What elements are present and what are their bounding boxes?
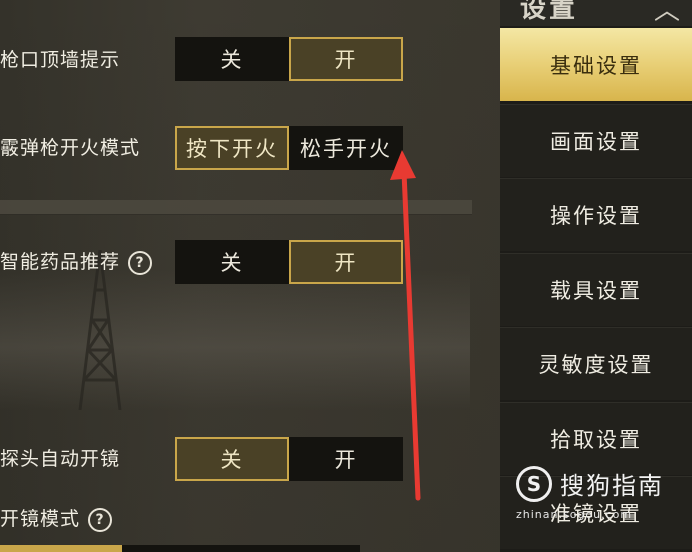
watermark-title: 搜狗指南	[560, 472, 664, 500]
sogou-logo-icon: S	[516, 466, 552, 502]
peek-auto-scope-toggle: 关 开	[175, 437, 403, 481]
smart-medicine-off-button[interactable]: 关	[175, 240, 289, 284]
sidebar-item-pickup-settings[interactable]: 拾取设置	[500, 402, 692, 475]
red-arrow-annotation	[390, 150, 421, 501]
sidebar-item-sensitivity-settings[interactable]: 灵敏度设置	[500, 327, 692, 400]
peek-auto-scope-off-button[interactable]: 关	[175, 437, 289, 481]
shotgun-fire-mode-label: 霰弹枪开火模式	[0, 137, 141, 159]
scope-mode-option[interactable]	[0, 545, 122, 552]
muzzle-wall-hint-label: 枪口顶墙提示	[0, 49, 121, 71]
settings-title: 设置	[520, 0, 579, 24]
scope-mode-option[interactable]	[244, 545, 360, 552]
peek-auto-scope-label: 探头自动开镜	[0, 448, 121, 470]
sogou-watermark: S 搜狗指南 zhinan.sogou.com	[516, 466, 686, 526]
smart-medicine-label-text: 智能药品推荐	[0, 251, 121, 273]
scope-mode-label: 开镜模式?	[0, 507, 113, 532]
sidebar-item-basic-settings[interactable]: 基础设置	[500, 28, 692, 101]
sidebar-item-graphics-settings[interactable]: 画面设置	[500, 104, 692, 177]
collapse-chevron-icon[interactable]: ︿	[654, 0, 680, 26]
smart-medicine-toggle: 关 开	[175, 240, 403, 284]
fire-on-press-button[interactable]: 按下开火	[175, 126, 289, 170]
watermark-url: zhinan.sogou.com	[516, 508, 633, 521]
scope-mode-option[interactable]	[122, 545, 244, 552]
sidebar-item-vehicle-settings[interactable]: 载具设置	[500, 253, 692, 326]
scope-mode-toggle-partial	[0, 545, 360, 552]
muzzle-wall-hint-on-button[interactable]: 开	[289, 37, 403, 81]
muzzle-wall-hint-off-button[interactable]: 关	[175, 37, 289, 81]
sidebar-item-controls-settings[interactable]: 操作设置	[500, 178, 692, 251]
muzzle-wall-hint-toggle: 关 开	[175, 37, 403, 81]
help-icon[interactable]: ?	[88, 507, 113, 532]
settings-header: 设置 ︿	[500, 0, 692, 26]
help-icon[interactable]: ?	[128, 250, 153, 275]
scope-mode-label-text: 开镜模式	[0, 508, 81, 530]
smart-medicine-label: 智能药品推荐?	[0, 250, 153, 275]
shotgun-fire-mode-toggle: 按下开火 松手开火	[175, 126, 403, 170]
